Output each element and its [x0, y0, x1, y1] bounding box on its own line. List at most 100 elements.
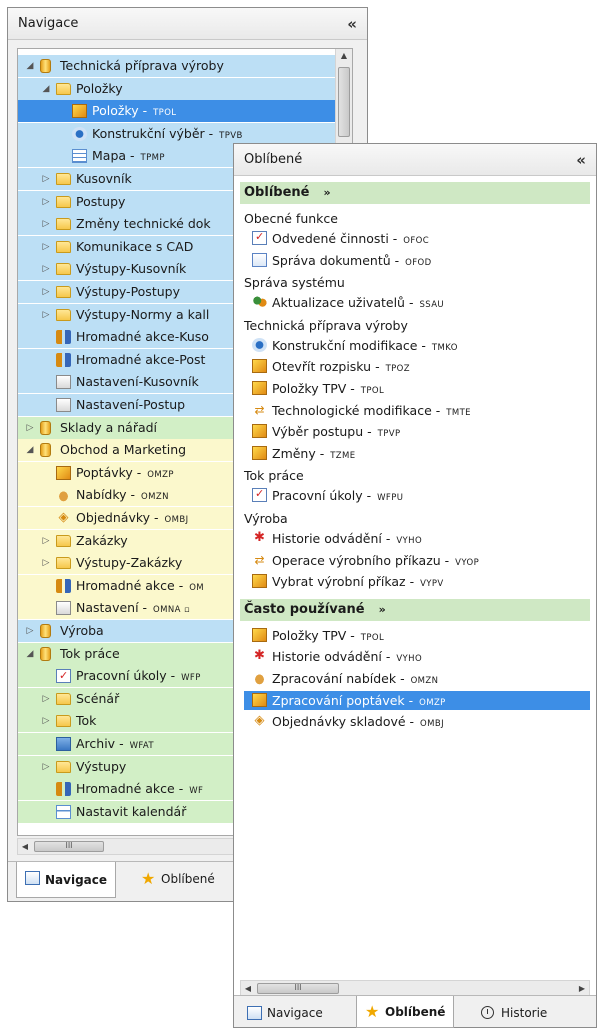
- check-icon: [56, 665, 71, 687]
- favorite-item[interactable]: Konstrukční modifikace - TMKO: [244, 336, 590, 355]
- tab-navigation[interactable]: Navigace: [238, 996, 332, 1028]
- navigation-icon: [247, 1006, 262, 1020]
- scroll-thumb[interactable]: [338, 67, 350, 137]
- favorite-item-label: Změny - TZME: [272, 445, 356, 461]
- favorite-item[interactable]: Změny - TZME: [244, 444, 590, 463]
- favorite-item[interactable]: Pracovní úkoly - WFPU: [244, 484, 590, 505]
- favorite-item[interactable]: ⇄ Operace výrobního příkazu - VYOP: [244, 551, 590, 570]
- expanded-arrow-icon[interactable]: ◢: [24, 643, 36, 665]
- collapsed-arrow-icon[interactable]: ▷: [40, 530, 52, 552]
- chevron-right-icon[interactable]: »: [379, 603, 386, 616]
- tree-item-code: OMZP: [147, 469, 174, 480]
- favorites-list: Oblíbené » Obecné funkce Odvedené činnosti …: [240, 180, 590, 980]
- hscroll-thumb[interactable]: III: [257, 983, 339, 994]
- favorite-item[interactable]: ✱ Historie odvádění - VYHO: [244, 529, 590, 548]
- favorite-item-text: Zpracování nabídek: [272, 671, 397, 686]
- tree-item[interactable]: Konstrukční výběr - TPVB: [18, 122, 335, 145]
- tree-item-label: Položky: [76, 78, 123, 100]
- tab-label: Navigace: [267, 1006, 323, 1020]
- collapsed-arrow-icon[interactable]: ▷: [24, 620, 36, 642]
- folder-icon: [56, 195, 71, 208]
- tree-item[interactable]: ◢ Položky: [18, 77, 335, 100]
- collapsed-arrow-icon[interactable]: ▷: [40, 710, 52, 732]
- tree-item-text: Položky: [92, 103, 139, 119]
- favorite-item[interactable]: ⇄ Technologické modifikace - TMTE: [244, 401, 590, 420]
- expanded-arrow-icon[interactable]: ◢: [24, 55, 36, 77]
- collapsed-arrow-icon[interactable]: ▷: [40, 191, 52, 213]
- tree-item[interactable]: ◢ Technická příprava výroby: [18, 55, 335, 77]
- favorite-item-text: Operace výrobního příkazu: [272, 552, 441, 568]
- folder-icon: [56, 308, 71, 321]
- tree-item-label: Mapa - TPMP: [92, 148, 165, 164]
- tree-item-label: Kusovník: [76, 168, 132, 190]
- action-icon: [56, 782, 71, 797]
- tree-item-label: Nastavení-Kusovník: [76, 371, 199, 393]
- chevron-right-icon[interactable]: »: [323, 186, 330, 199]
- favorite-item[interactable]: Položky TPV - TPOL: [244, 626, 590, 645]
- scroll-left-icon[interactable]: ◀: [18, 839, 32, 854]
- favorite-item[interactable]: Zpracování poptávek - OMZP: [244, 690, 590, 710]
- scroll-right-icon[interactable]: ▶: [575, 981, 589, 996]
- expanded-arrow-icon[interactable]: ◢: [24, 439, 36, 461]
- collapsed-arrow-icon[interactable]: ▷: [24, 417, 36, 439]
- favorite-item[interactable]: Vybrat výrobní příkaz - VYPV: [244, 572, 590, 591]
- favorite-item[interactable]: Zpracování nabídek - OMZN: [244, 669, 590, 688]
- favorite-item-label: Zpracování poptávek - OMZP: [272, 692, 446, 708]
- tab-history[interactable]: Historie: [472, 996, 556, 1028]
- tree-item-label: Archiv - WFAT: [76, 736, 155, 751]
- favorites-group-title: Výroba: [244, 511, 288, 526]
- calendar-icon: [56, 804, 71, 819]
- tree-item-text: Obchod a Marketing: [60, 442, 187, 458]
- tab-label: Oblíbené: [385, 1005, 446, 1019]
- favorites-section-header[interactable]: Oblíbené »: [240, 182, 590, 204]
- tab-navigation[interactable]: Navigace: [16, 862, 117, 898]
- collapsed-arrow-icon[interactable]: ▷: [40, 552, 52, 574]
- favorite-item[interactable]: Výběr postupu - TPVP: [244, 422, 590, 441]
- collapsed-arrow-icon[interactable]: ▷: [40, 688, 52, 710]
- handshake-icon: [252, 671, 267, 685]
- tree-item-text: Kusovník: [76, 171, 132, 186]
- collapse-favorites-button[interactable]: «: [576, 144, 586, 176]
- tab-favorites[interactable]: ★ Oblíbené: [356, 996, 455, 1028]
- favorite-item-code: VYOP: [455, 557, 480, 568]
- tree-item-text: Nastavení-Postup: [76, 397, 186, 412]
- favorite-item-label: Vybrat výrobní příkaz - VYPV: [272, 574, 444, 590]
- favorite-item[interactable]: ✱ Historie odvádění - VYHO: [244, 647, 590, 666]
- collapsed-arrow-icon[interactable]: ▷: [40, 168, 52, 190]
- tree-item-text: Tok: [76, 713, 97, 729]
- tree-item-code: TPMP: [140, 153, 165, 164]
- favorite-item[interactable]: Položky TPV - TPOL: [244, 379, 590, 398]
- favorite-item[interactable]: Aktualizace uživatelů - SSAU: [244, 293, 590, 312]
- hscroll-thumb[interactable]: III: [34, 841, 104, 852]
- scroll-left-icon[interactable]: ◀: [241, 981, 255, 996]
- collapsed-arrow-icon[interactable]: ▷: [40, 236, 52, 258]
- tree-item-code: WF: [189, 786, 204, 797]
- collapsed-arrow-icon[interactable]: ▷: [40, 281, 52, 303]
- collapsed-arrow-icon[interactable]: ▷: [40, 258, 52, 280]
- collapse-navigation-button[interactable]: «: [347, 8, 357, 40]
- favorite-item[interactable]: Správa dokumentů - OFOD: [244, 251, 590, 270]
- favorite-item-text: Historie odvádění: [272, 531, 382, 546]
- favorite-item-code: TPVP: [377, 429, 401, 440]
- gears-icon: [72, 126, 87, 141]
- favorites-section-header[interactable]: Často používané »: [240, 598, 590, 621]
- tree-item-code: TPVB: [219, 130, 243, 141]
- favorite-item[interactable]: Otevřít rozpisku - TPOZ: [244, 357, 590, 376]
- collapsed-arrow-icon[interactable]: ▷: [40, 213, 52, 235]
- scroll-up-icon[interactable]: ▲: [336, 51, 352, 60]
- tab-favorites[interactable]: ★ Oblíbené: [132, 862, 224, 894]
- tree-item[interactable]: Položky - TPOL: [18, 100, 335, 123]
- favorite-item[interactable]: ◈ Objednávky skladové - OMBJ: [244, 712, 590, 731]
- favorite-item-code: TPOL: [360, 632, 385, 643]
- collapsed-arrow-icon[interactable]: ▷: [40, 756, 52, 778]
- favorite-item-code: OFOD: [405, 257, 432, 268]
- tree-item-label: Obchod a Marketing: [60, 439, 186, 461]
- collapsed-arrow-icon[interactable]: ▷: [40, 304, 52, 326]
- expanded-arrow-icon[interactable]: ◢: [40, 78, 52, 100]
- favorite-item-label: Výběr postupu - TPVP: [272, 424, 401, 440]
- tree-item-code: TPOL: [153, 108, 177, 119]
- cube-icon: [252, 574, 267, 589]
- favorite-item-text: Vybrat výrobní příkaz: [272, 574, 406, 590]
- tree-item-code: WFP: [181, 673, 201, 684]
- favorite-item[interactable]: Odvedené činnosti - OFOC: [244, 227, 590, 248]
